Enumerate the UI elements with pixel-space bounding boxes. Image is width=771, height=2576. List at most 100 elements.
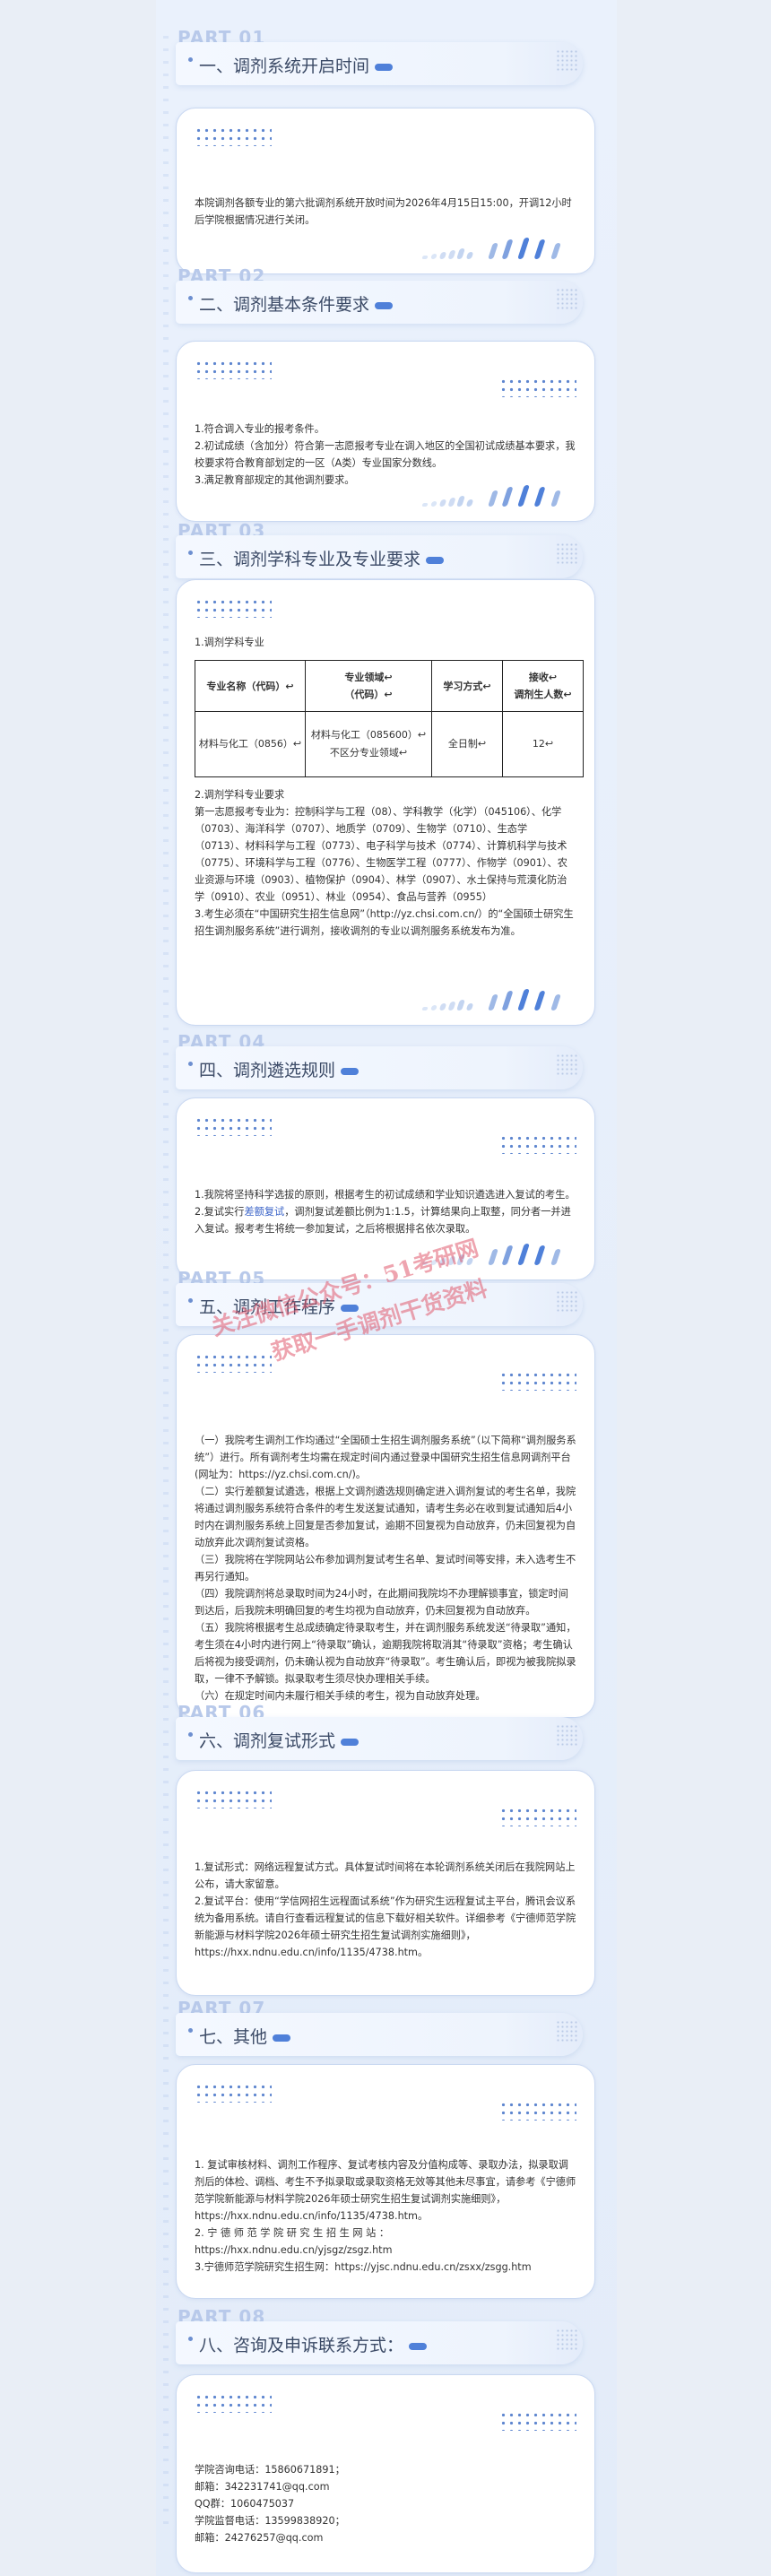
dot-grid-icon: [499, 2411, 576, 2431]
section-title-bar: 六、调剂复试形式: [176, 1717, 583, 1760]
dot-pattern-icon: [556, 542, 577, 564]
slash-stripe: [517, 989, 530, 1010]
bullet-dot-icon: [188, 551, 193, 555]
paragraph: 3.宁德师范学院研究生招生网：https://yjsc.ndnu.edu.cn/…: [195, 2261, 532, 2273]
table-header-cell: 专业名称（代码）↩: [195, 660, 306, 712]
card-body: 1. 复试审核材料、调剂工作程序、复试考核内容及分值构成等、录取办法，拟录取调剂…: [195, 2156, 576, 2276]
slash-stripe: [438, 1258, 447, 1265]
paragraph: 2. 宁 德 师 范 学 院 研 究 生 招 生 网 站 ：https://hx…: [195, 2227, 393, 2256]
section-title-bar: 五、调剂工作程序: [176, 1283, 583, 1326]
section-card: 1.我院将坚持科学选拔的原则，根据考生的初试成绩和学业知识遴选进入复试的考生。 …: [176, 1097, 595, 1280]
section-card: 学院咨询电话：15860671891； 邮箱：342231741@qq.com …: [176, 2374, 595, 2573]
paragraph: 第一志愿报考专业为：控制科学与工程（08）、学科教学（化学）（045106）、化…: [195, 806, 567, 903]
section-card: 1.复试形式：网络远程复试方式。具体复试时间将在本轮调剂系统关闭后在我院网站上公…: [176, 1770, 595, 1996]
bullet-dot-icon: [188, 1732, 193, 1737]
table-header-cell: 专业领域↩ （代码）↩: [305, 660, 432, 712]
slash-stripe: [517, 485, 530, 507]
paragraph: （三）我院将在学院网站公布参加调剂复试考生名单、复试时间等安排，未入选考生不再另…: [195, 1554, 576, 1583]
slash-stripes-icon: [421, 1244, 566, 1265]
slash-stripe: [456, 248, 465, 259]
dot-grid-icon: [499, 2101, 576, 2121]
slash-stripe: [501, 991, 514, 1010]
section-title-bar: 八、咨询及申诉联系方式：: [176, 2321, 583, 2364]
slash-stripe: [430, 254, 437, 259]
slash-stripe: [501, 1245, 514, 1265]
dot-grid-icon: [499, 377, 576, 397]
table-cell: 材料与化工（0856）↩: [195, 711, 306, 777]
section-title-bar: 四、调剂遴选规则: [176, 1046, 583, 1089]
slash-stripe: [430, 501, 437, 507]
slash-stripe: [501, 239, 514, 259]
slash-stripe: [438, 499, 447, 507]
slash-stripe: [550, 243, 561, 259]
slash-stripe: [456, 496, 465, 507]
paragraph: 2.初试成绩（含加分）符合第一志愿报考专业在调入地区的全国初试成绩基本要求，我校…: [195, 440, 576, 469]
bullet-dot-icon: [188, 2028, 193, 2033]
highlighted-term: 差额复试: [244, 1206, 285, 1218]
majors-table: 专业名称（代码）↩ 专业领域↩ （代码）↩ 学习方式↩ 接收↩ 调剂生人数↩ 材…: [195, 660, 584, 777]
contact-line: QQ群：1060475037: [195, 2498, 295, 2510]
slash-stripe: [517, 1244, 530, 1265]
slash-stripe: [550, 490, 561, 507]
slash-stripe: [501, 487, 514, 507]
slash-stripe: [447, 1002, 456, 1010]
dot-pattern-icon: [556, 1724, 577, 1746]
table-intro: 1.调剂学科专业: [195, 637, 264, 648]
slash-stripe: [421, 1262, 429, 1265]
section-card: 本院调剂各额专业的第六批调剂系统开放时间为2026年4月15日15:00，开调1…: [176, 108, 595, 274]
card-body: 1.调剂学科专业 专业名称（代码）↩ 专业领域↩ （代码）↩ 学习方式↩ 接收↩…: [195, 634, 584, 940]
slash-stripe: [438, 1003, 447, 1010]
slash-stripe: [447, 1256, 456, 1265]
section-title-bar: 一、调剂系统开启时间: [176, 42, 583, 85]
card-body: （一）我院考生调剂工作均通过“全国硕士生招生调剂服务系统”（以下简称“调剂服务系…: [195, 1432, 576, 1704]
paragraph: 1.复试形式：网络远程复试方式。具体复试时间将在本轮调剂系统关闭后在我院网站上公…: [195, 1861, 576, 1890]
slash-stripe: [550, 1249, 561, 1265]
card-body: 1.符合调入专业的报考条件。 2.初试成绩（含加分）符合第一志愿报考专业在调入地…: [195, 421, 576, 489]
bullet-dot-icon: [188, 1062, 193, 1066]
slash-stripe: [430, 1005, 437, 1010]
slash-stripes-icon: [421, 485, 566, 507]
bullet-dot-icon: [188, 2337, 193, 2341]
dot-grid-icon: [499, 1134, 576, 1154]
slash-stripe: [438, 252, 447, 259]
paragraph: 2.复试平台：使用“学信网招生远程面试系统”作为研究生远程复试主平台，腾讯会议系…: [195, 1895, 576, 1958]
left-decoration-strip: [163, 36, 169, 2528]
dot-grid-icon: [195, 1789, 272, 1808]
paragraph: 1. 复试审核材料、调剂工作程序、复试考核内容及分值构成等、录取办法，拟录取调剂…: [195, 2159, 576, 2222]
dot-grid-icon: [195, 2083, 272, 2103]
dot-pattern-icon: [556, 2020, 577, 2042]
dot-grid-icon: [195, 2393, 272, 2413]
slash-stripe: [533, 991, 546, 1010]
section-title: 三、调剂学科专业及专业要求: [199, 546, 445, 570]
slash-stripe: [517, 238, 530, 259]
pill-icon: [375, 301, 394, 309]
slash-stripe: [550, 994, 561, 1010]
section-card: 1.符合调入专业的报考条件。 2.初试成绩（含加分）符合第一志愿报考专业在调入地…: [176, 341, 595, 522]
dot-grid-icon: [195, 1116, 272, 1136]
paragraph: 3.考生必须在“中国研究生招生信息网”（http://yz.chsi.com.c…: [195, 908, 574, 937]
dot-pattern-icon: [556, 1054, 577, 1075]
slash-stripe: [430, 1260, 437, 1265]
paragraph: 1.我院将坚持科学选拔的原则，根据考生的初试成绩和学业知识遴选进入复试的考生。: [195, 1189, 576, 1201]
paragraph: 1.符合调入专业的报考条件。: [195, 423, 325, 435]
slash-stripes-icon: [421, 238, 566, 259]
slash-stripe: [488, 994, 498, 1010]
contact-line: 邮箱：24276257@qq.com: [195, 2532, 324, 2544]
slash-stripe: [465, 499, 474, 507]
paragraph: （二）实行差额复试遴选，根据上文调剂遴选规则确定进入调剂复试的考生名单，我院将通…: [195, 1486, 576, 1548]
slash-stripe: [533, 239, 546, 259]
bullet-dot-icon: [188, 57, 193, 62]
card-body: 1.复试形式：网络远程复试方式。具体复试时间将在本轮调剂系统关闭后在我院网站上公…: [195, 1859, 576, 1961]
bullet-dot-icon: [188, 1298, 193, 1303]
dot-pattern-icon: [556, 288, 577, 309]
slash-stripe: [421, 256, 429, 259]
slash-stripe: [533, 1245, 546, 1265]
card-body: 学院咨询电话：15860671891； 邮箱：342231741@qq.com …: [195, 2461, 576, 2546]
section-card: （一）我院考生调剂工作均通过“全国硕士生招生调剂服务系统”（以下简称“调剂服务系…: [176, 1334, 595, 1718]
section-title: 八、咨询及申诉联系方式：: [199, 2332, 428, 2356]
pill-icon: [409, 2342, 428, 2350]
paragraph: （四）我院调剂将总录取时间为24小时，在此期间我院均不办理解锁事宜，锁定时间到达…: [195, 1588, 568, 1617]
slash-stripe: [488, 243, 498, 259]
slash-stripe: [421, 503, 429, 507]
dot-grid-icon: [499, 1807, 576, 1826]
